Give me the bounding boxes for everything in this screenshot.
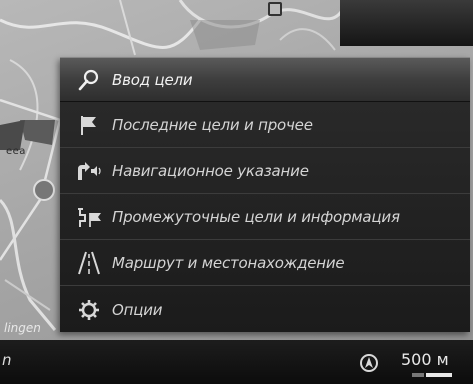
menu-item-label: Последние цели и прочее (112, 116, 313, 134)
search-icon (74, 65, 104, 95)
waypoint-flag-icon (74, 202, 104, 232)
flag-icon (74, 110, 104, 140)
compass-icon[interactable] (360, 354, 378, 372)
circle-marker-icon (33, 179, 55, 201)
menu-item-label: Опции (112, 300, 163, 319)
menu-item-label: Промежуточные цели и информация (112, 208, 400, 226)
menu-item-enter-destination[interactable]: Ввод цели (60, 57, 470, 102)
map-label: ееа (6, 146, 26, 157)
map-city-label: lingen (4, 321, 41, 335)
gear-icon (74, 295, 104, 325)
map-pin-icon (268, 2, 282, 16)
menu-item-route-location[interactable]: Маршрут и местонахождение (60, 241, 470, 286)
menu-item-navigation-announcement[interactable]: Навигационное указание (60, 149, 470, 194)
menu-item-label: Маршрут и местонахождение (112, 254, 345, 272)
turn-sound-icon (74, 156, 104, 186)
menu-item-label: Ввод цели (112, 70, 193, 89)
menu-item-waypoints-info[interactable]: Промежуточные цели и информация (60, 195, 470, 240)
menu-item-options[interactable]: Опции (60, 287, 470, 332)
navigation-menu: Ввод цели Последние цели и прочее Навига… (60, 57, 470, 332)
map-scale-label[interactable]: 500 м (401, 350, 449, 369)
road-icon (74, 248, 104, 278)
status-left-text: n (2, 351, 12, 369)
map-scale-bar (412, 373, 452, 377)
menu-item-recent-destinations[interactable]: Последние цели и прочее (60, 103, 470, 148)
top-right-panel (340, 0, 473, 46)
menu-item-label: Навигационное указание (112, 162, 309, 180)
